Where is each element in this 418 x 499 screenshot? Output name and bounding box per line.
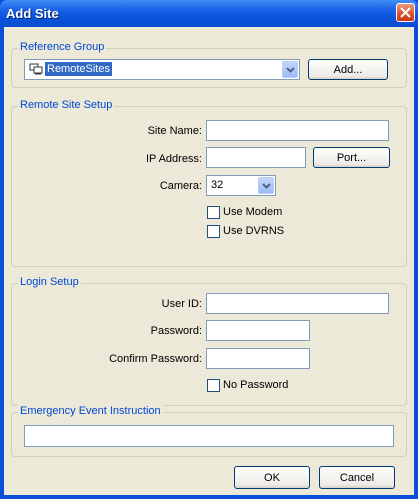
camera-value: 32 bbox=[211, 179, 224, 191]
emergency-instruction-box: Emergency Event Instruction bbox=[11, 405, 407, 457]
use-modem-label: Use Modem bbox=[223, 206, 283, 218]
user-id-input[interactable] bbox=[206, 293, 389, 314]
user-id-label: User ID: bbox=[161, 298, 202, 310]
dialog-body: Reference Group RemoteSites Add... Remot… bbox=[4, 27, 414, 495]
remote-site-setup-label: Remote Site Setup bbox=[18, 99, 115, 111]
camera-select[interactable]: 32 bbox=[206, 175, 276, 196]
no-password-label: No Password bbox=[223, 379, 289, 391]
emergency-instruction-label: Emergency Event Instruction bbox=[18, 405, 163, 417]
confirm-password-label: Confirm Password: bbox=[109, 353, 202, 365]
site-name-label: Site Name: bbox=[147, 125, 202, 137]
reference-group-box: Reference Group RemoteSites Add... bbox=[11, 41, 407, 88]
ip-address-input[interactable] bbox=[206, 147, 306, 168]
dialog-title: Add Site bbox=[6, 6, 59, 21]
use-dvrns-label: Use DVRNS bbox=[223, 225, 285, 237]
emergency-instruction-input[interactable] bbox=[24, 425, 394, 447]
ok-button[interactable]: OK bbox=[234, 466, 310, 489]
login-setup-box: Login Setup User ID: Password: Confirm P… bbox=[11, 276, 407, 406]
add-site-dialog: Add Site Reference Group RemoteSites Add… bbox=[0, 0, 418, 499]
reference-group-label: Reference Group bbox=[18, 41, 107, 53]
network-icon bbox=[29, 63, 43, 78]
use-modem-checkbox[interactable] bbox=[207, 206, 220, 219]
reference-group-value: RemoteSites bbox=[45, 62, 112, 76]
site-name-input[interactable] bbox=[206, 120, 389, 141]
camera-label: Camera: bbox=[159, 180, 202, 192]
login-setup-label: Login Setup bbox=[18, 276, 81, 288]
add-group-button[interactable]: Add... bbox=[308, 59, 388, 80]
no-password-checkbox[interactable] bbox=[207, 379, 220, 392]
use-dvrns-checkbox[interactable] bbox=[207, 225, 220, 238]
remote-site-setup-box: Remote Site Setup Site Name: IP Address:… bbox=[11, 99, 407, 267]
reference-group-select[interactable]: RemoteSites bbox=[24, 59, 300, 80]
close-button[interactable] bbox=[396, 3, 415, 22]
ip-address-label: IP Address: bbox=[145, 153, 202, 165]
cancel-button[interactable]: Cancel bbox=[319, 466, 395, 489]
title-bar[interactable]: Add Site bbox=[0, 0, 418, 27]
password-input[interactable] bbox=[206, 320, 310, 341]
port-button[interactable]: Port... bbox=[313, 147, 390, 168]
chevron-down-icon[interactable] bbox=[258, 177, 274, 194]
close-icon bbox=[400, 7, 411, 18]
chevron-down-icon[interactable] bbox=[282, 61, 298, 78]
password-label: Password: bbox=[150, 325, 202, 337]
confirm-password-input[interactable] bbox=[206, 348, 310, 369]
